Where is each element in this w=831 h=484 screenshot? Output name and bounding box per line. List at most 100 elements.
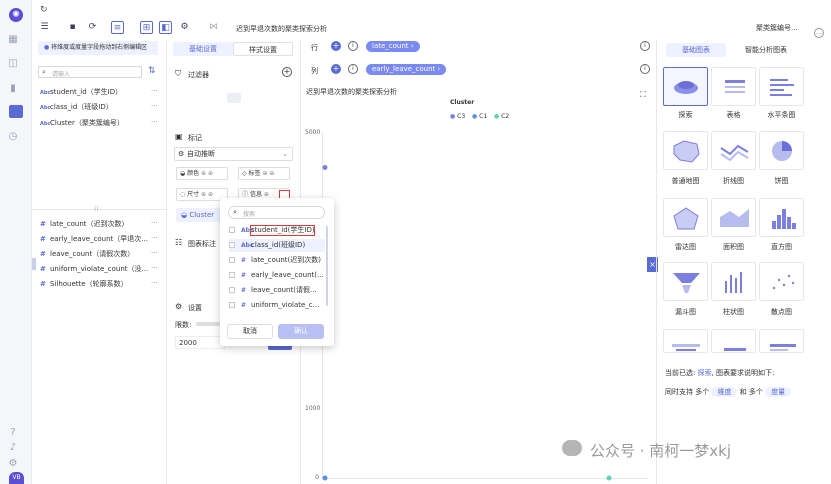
chart-type-explore[interactable] bbox=[663, 67, 708, 106]
dropdown-item-late-count[interactable]: # late_count(迟到次数) bbox=[229, 254, 325, 267]
chart-type-wordcloud[interactable] bbox=[663, 329, 708, 353]
dropdown-item-class-id[interactable]: Abcclass_id(班级ID) bbox=[229, 239, 325, 252]
chart-type-line[interactable] bbox=[711, 131, 756, 170]
checkbox[interactable] bbox=[229, 257, 235, 263]
dimension-field[interactable]: Abcclass_id（班级ID） bbox=[40, 102, 113, 112]
splitter-handle-icon[interactable]: ⁞⁞ bbox=[94, 205, 98, 213]
checkbox[interactable] bbox=[229, 227, 235, 233]
col-info-icon[interactable]: i bbox=[348, 64, 358, 74]
chart-type-gantt[interactable] bbox=[759, 329, 804, 353]
field-more-icon[interactable]: ··· bbox=[151, 219, 158, 227]
dimension-field[interactable]: AbcCluster（聚类簇编号） bbox=[40, 118, 124, 128]
chart-type-pie[interactable] bbox=[759, 131, 804, 170]
reload-icon[interactable]: ⟳ bbox=[86, 21, 99, 34]
field-more-icon[interactable]: ··· bbox=[151, 279, 158, 287]
field-more-icon[interactable]: ··· bbox=[151, 264, 158, 272]
layout-icon[interactable]: ⊞ bbox=[140, 21, 153, 34]
field-more-icon[interactable]: ··· bbox=[151, 87, 158, 95]
color-button[interactable]: ◒ 颜色 ⊕ ⊕ bbox=[176, 167, 228, 180]
dropdown-item-uniform[interactable]: # uniform_violate_c... bbox=[229, 299, 325, 312]
dropdown-confirm-button[interactable]: 确认 bbox=[278, 324, 324, 339]
chart-type-area[interactable] bbox=[711, 198, 756, 237]
chart-type-histogram[interactable] bbox=[759, 198, 804, 237]
field-more-icon[interactable]: ··· bbox=[151, 118, 158, 126]
dropdown-cancel-button[interactable]: 取消 bbox=[227, 324, 273, 339]
chart-label: 散点图 bbox=[771, 308, 792, 316]
chart-type-funnel[interactable] bbox=[663, 262, 708, 301]
dropdown-scrollbar[interactable] bbox=[326, 226, 328, 306]
chart-type-radar[interactable] bbox=[663, 198, 708, 237]
chart-title-toolbar[interactable]: 迟到早退次数的聚类探索分析 bbox=[236, 24, 327, 34]
col-field-pill[interactable]: early_leave_count › bbox=[366, 64, 447, 75]
more-circle-icon[interactable]: … bbox=[814, 28, 824, 38]
dropdown-item-leave-count[interactable]: # leave_count(请假... bbox=[229, 284, 325, 297]
save-icon[interactable]: ▪ bbox=[66, 21, 79, 34]
app-logo[interactable]: ✺ bbox=[9, 8, 23, 22]
panel-icon[interactable]: ◧ bbox=[159, 21, 172, 34]
help-icon[interactable]: ? bbox=[6, 426, 20, 440]
checkbox[interactable] bbox=[229, 242, 235, 248]
dropdown-item-early-leave[interactable]: # early_leave_count(... bbox=[229, 269, 325, 282]
share-icon[interactable]: ⋈ bbox=[207, 21, 220, 34]
measure-field[interactable]: # Silhouette（轮廓系数） bbox=[40, 279, 128, 289]
gear-icon[interactable]: ⚙ bbox=[6, 457, 20, 471]
clock-icon[interactable]: ◷ bbox=[6, 130, 20, 144]
row-shelf-info-icon[interactable]: i bbox=[640, 41, 650, 51]
dropdown-search-box[interactable]: ⌕ 搜索 bbox=[228, 206, 325, 219]
limit-input[interactable]: 2000 bbox=[175, 336, 225, 349]
document-icon[interactable]: ≡ bbox=[111, 21, 124, 34]
chart-type-column[interactable] bbox=[711, 262, 756, 301]
mark-type-select[interactable]: ⚙ 自动推断 ⌄ bbox=[174, 147, 293, 161]
add-filter-icon[interactable]: + bbox=[282, 67, 292, 77]
row-field-pill[interactable]: late_count › bbox=[366, 41, 420, 52]
chart-type-map[interactable] bbox=[663, 131, 708, 170]
cluster-selector[interactable]: 聚类簇编号... bbox=[756, 23, 798, 33]
field-more-icon[interactable]: ··· bbox=[151, 234, 158, 242]
chart-type-table[interactable] bbox=[711, 67, 756, 106]
row-add-icon[interactable]: + bbox=[331, 41, 341, 51]
chart-type-scatter[interactable] bbox=[759, 262, 804, 301]
avatar[interactable]: VB bbox=[9, 472, 24, 484]
field-more-icon[interactable]: ··· bbox=[151, 102, 158, 110]
row-info-icon[interactable]: i bbox=[348, 41, 358, 51]
tab-basic-settings[interactable]: 基础设置 bbox=[173, 42, 233, 56]
fullscreen-icon[interactable]: ⛶ bbox=[640, 90, 646, 100]
col-add-icon[interactable]: + bbox=[331, 64, 341, 74]
grid-icon[interactable]: ▦ bbox=[6, 33, 20, 47]
field-search-box[interactable]: ⌕ 请输入 bbox=[38, 66, 142, 78]
checkbox[interactable] bbox=[229, 287, 235, 293]
measure-field[interactable]: # uniform_violate_count（没... bbox=[40, 264, 148, 274]
measure-field[interactable]: # late_count（迟到次数） bbox=[40, 219, 129, 229]
label-button[interactable]: ◇ 标签 ⊕ ⊕ bbox=[238, 167, 290, 180]
dropdown-search-input[interactable]: 搜索 bbox=[243, 209, 255, 218]
collapse-icon[interactable]: ☰ bbox=[38, 21, 51, 34]
tab-smart-charts[interactable]: 智能分析图表 bbox=[736, 43, 796, 57]
tab-basic-charts[interactable]: 基础图表 bbox=[666, 43, 726, 57]
settings-icon[interactable]: ⚙ bbox=[178, 21, 191, 34]
chart-type-hbar[interactable] bbox=[759, 67, 804, 106]
col-shelf-info-icon[interactable]: i bbox=[640, 64, 650, 74]
legend-item-c2[interactable]: ● C2 bbox=[494, 113, 509, 120]
refresh-icon-top[interactable]: ↻ bbox=[40, 5, 48, 15]
scatter-point[interactable] bbox=[322, 165, 328, 170]
legend-item-c3[interactable]: ● C3 bbox=[450, 113, 465, 120]
dimension-field[interactable]: Abcstudent_id（学生ID） bbox=[40, 87, 122, 97]
bar-chart-icon[interactable]: ▮ bbox=[6, 82, 20, 96]
side-collapse-tab[interactable] bbox=[32, 258, 36, 270]
database-icon[interactable]: ◫ bbox=[6, 57, 20, 71]
checkbox[interactable] bbox=[229, 272, 235, 278]
tab-style-settings[interactable]: 样式设置 bbox=[233, 42, 293, 56]
limit-slider-track[interactable] bbox=[196, 322, 220, 326]
panel-splitter[interactable] bbox=[32, 209, 166, 213]
folder-icon-active[interactable] bbox=[9, 105, 23, 118]
cluster-mark-pill[interactable]: ◒ Cluster bbox=[176, 208, 220, 222]
filter-sort-icon[interactable]: ⇅ bbox=[148, 66, 156, 76]
checkbox[interactable] bbox=[229, 302, 235, 308]
legend-item-c1[interactable]: ● C1 bbox=[472, 113, 487, 120]
field-more-icon[interactable]: ··· bbox=[151, 249, 158, 257]
field-search-input[interactable]: 请输入 bbox=[52, 69, 70, 78]
measure-field[interactable]: # leave_count（请假次数） bbox=[40, 249, 134, 259]
bell-icon[interactable]: ♪ bbox=[6, 441, 20, 455]
measure-field[interactable]: # early_leave_count（早退次... bbox=[40, 234, 148, 244]
chart-type-pivot[interactable] bbox=[711, 329, 756, 353]
